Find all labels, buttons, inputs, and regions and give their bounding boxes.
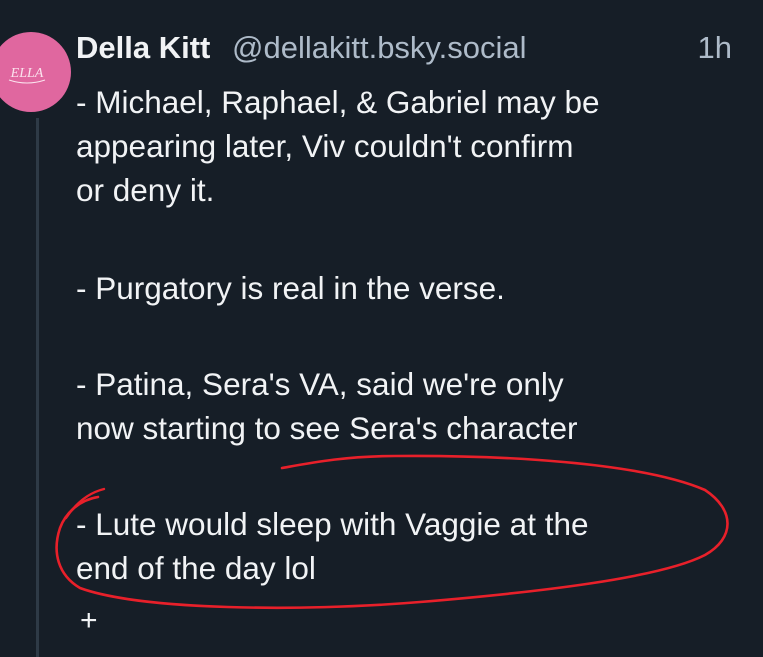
author-handle[interactable]: @dellakitt.bsky.social: [232, 30, 527, 66]
post-text-line: or deny it.: [76, 172, 215, 208]
post-text-line: - Lute would sleep with Vaggie at the: [76, 506, 589, 542]
svg-text:ELLA: ELLA: [10, 66, 44, 81]
post-text-line: - Michael, Raphael, & Gabriel may be: [76, 84, 600, 120]
thread-line: [36, 118, 39, 657]
post-text-line: appearing later, Viv couldn't confirm: [76, 128, 574, 164]
author-name[interactable]: Della Kitt: [76, 30, 210, 66]
show-more-plus[interactable]: +: [80, 604, 98, 638]
post-text-line: - Patina, Sera's VA, said we're only: [76, 366, 564, 402]
post-text-line: now starting to see Sera's character: [76, 410, 578, 446]
post-header: Della Kitt @dellakitt.bsky.social 1h: [76, 24, 746, 72]
post[interactable]: ELLA Della Kitt @dellakitt.bsky.social 1…: [0, 0, 763, 657]
post-text-line: end of the day lol: [76, 550, 316, 586]
avatar[interactable]: ELLA: [0, 32, 71, 112]
post-timestamp[interactable]: 1h: [698, 30, 732, 66]
post-text-line: - Purgatory is real in the verse.: [76, 270, 505, 306]
avatar-logo-icon: ELLA: [8, 66, 46, 84]
